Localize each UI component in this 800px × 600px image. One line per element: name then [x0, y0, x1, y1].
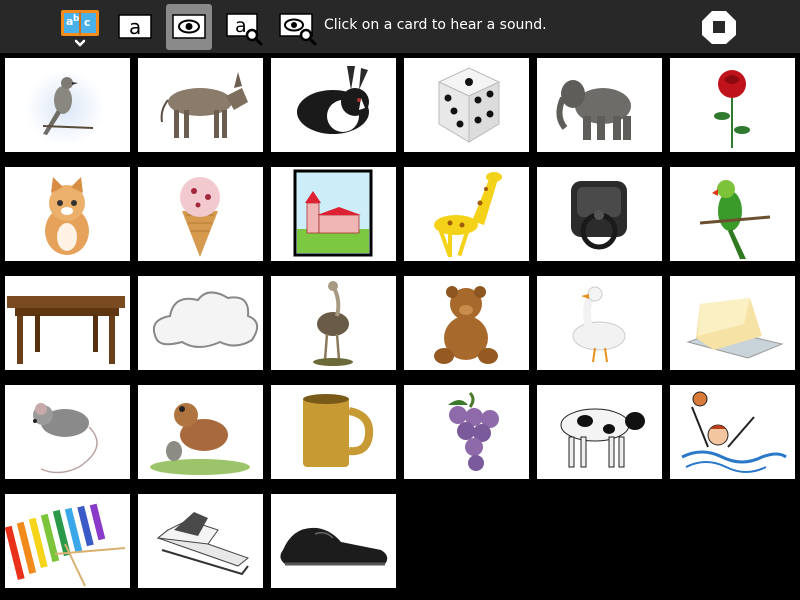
door-knocker-image	[571, 181, 627, 250]
picture-mode-button[interactable]	[166, 4, 212, 50]
card-teddy-bear[interactable]	[404, 276, 529, 370]
card-grid	[5, 58, 800, 600]
instruction-text: Click on a card to hear a sound.	[324, 17, 547, 33]
card-kitten[interactable]	[5, 167, 130, 261]
donkey-image	[160, 72, 248, 138]
rabbit-image	[297, 66, 369, 134]
mockingbird-image	[25, 70, 105, 146]
card-church[interactable]	[271, 167, 396, 261]
card-mockingbird[interactable]	[5, 58, 130, 152]
svg-text:a: a	[235, 15, 247, 37]
card-mug[interactable]	[271, 385, 396, 479]
svg-text:c: c	[84, 16, 91, 29]
shoe-image	[280, 527, 388, 566]
xylophone-image	[5, 503, 126, 587]
dice-image	[437, 67, 501, 143]
card-cheese[interactable]	[670, 276, 795, 370]
card-shoe[interactable]	[271, 494, 396, 588]
activity-book-icon: a b c	[61, 10, 99, 47]
cheese-image	[686, 298, 784, 359]
water-polo-image	[681, 391, 787, 473]
picture-search-icon	[279, 13, 317, 46]
toolbar: a b c a a Click on a card to hear a soun…	[0, 0, 800, 53]
card-cloud[interactable]	[138, 276, 263, 370]
card-dice[interactable]	[404, 58, 529, 152]
picture-search-button[interactable]	[274, 4, 320, 50]
letter-search-icon: a	[226, 13, 263, 46]
stop-icon	[702, 11, 736, 44]
parrot-image	[699, 180, 771, 259]
grapes-image	[448, 391, 499, 471]
card-parrot[interactable]	[670, 167, 795, 261]
letter-mode-icon: a	[118, 14, 152, 39]
goose-image	[572, 286, 626, 363]
card-elephant[interactable]	[537, 58, 662, 152]
giraffe-image	[434, 172, 502, 257]
cloud-image	[152, 291, 259, 348]
picture-mode-icon	[172, 14, 206, 39]
card-rose[interactable]	[670, 58, 795, 152]
card-ice-cream[interactable]	[138, 167, 263, 261]
table-image	[7, 296, 125, 364]
svg-text:b: b	[73, 14, 80, 24]
mouse-image	[33, 403, 98, 474]
card-water-polo[interactable]	[670, 385, 795, 479]
card-cow[interactable]	[537, 385, 662, 479]
toad-image	[150, 403, 250, 475]
ice-cream-image	[180, 177, 220, 257]
mug-image	[303, 394, 374, 467]
card-grapes[interactable]	[404, 385, 529, 479]
elephant-image	[556, 80, 631, 140]
card-toad[interactable]	[138, 385, 263, 479]
card-giraffe[interactable]	[404, 167, 529, 261]
card-xylophone[interactable]	[5, 494, 130, 588]
card-motorboat[interactable]	[138, 494, 263, 588]
stop-button[interactable]	[696, 4, 742, 50]
card-goose[interactable]	[537, 276, 662, 370]
card-donkey[interactable]	[138, 58, 263, 152]
card-table[interactable]	[5, 276, 130, 370]
letter-mode-button[interactable]: a	[112, 4, 158, 50]
card-ostrich[interactable]	[271, 276, 396, 370]
motorboat-image	[156, 512, 250, 576]
card-door-knocker[interactable]	[537, 167, 662, 261]
card-rabbit[interactable]	[271, 58, 396, 152]
activity-book-button[interactable]: a b c	[57, 4, 103, 50]
ostrich-image	[313, 281, 353, 366]
letter-search-button[interactable]: a	[221, 4, 267, 50]
kitten-image	[45, 177, 89, 255]
church-image	[293, 169, 373, 257]
card-mouse[interactable]	[5, 385, 130, 479]
teddy-bear-image	[434, 286, 498, 364]
rose-image	[714, 70, 750, 148]
svg-text:a: a	[129, 15, 141, 39]
cow-image	[560, 408, 645, 468]
